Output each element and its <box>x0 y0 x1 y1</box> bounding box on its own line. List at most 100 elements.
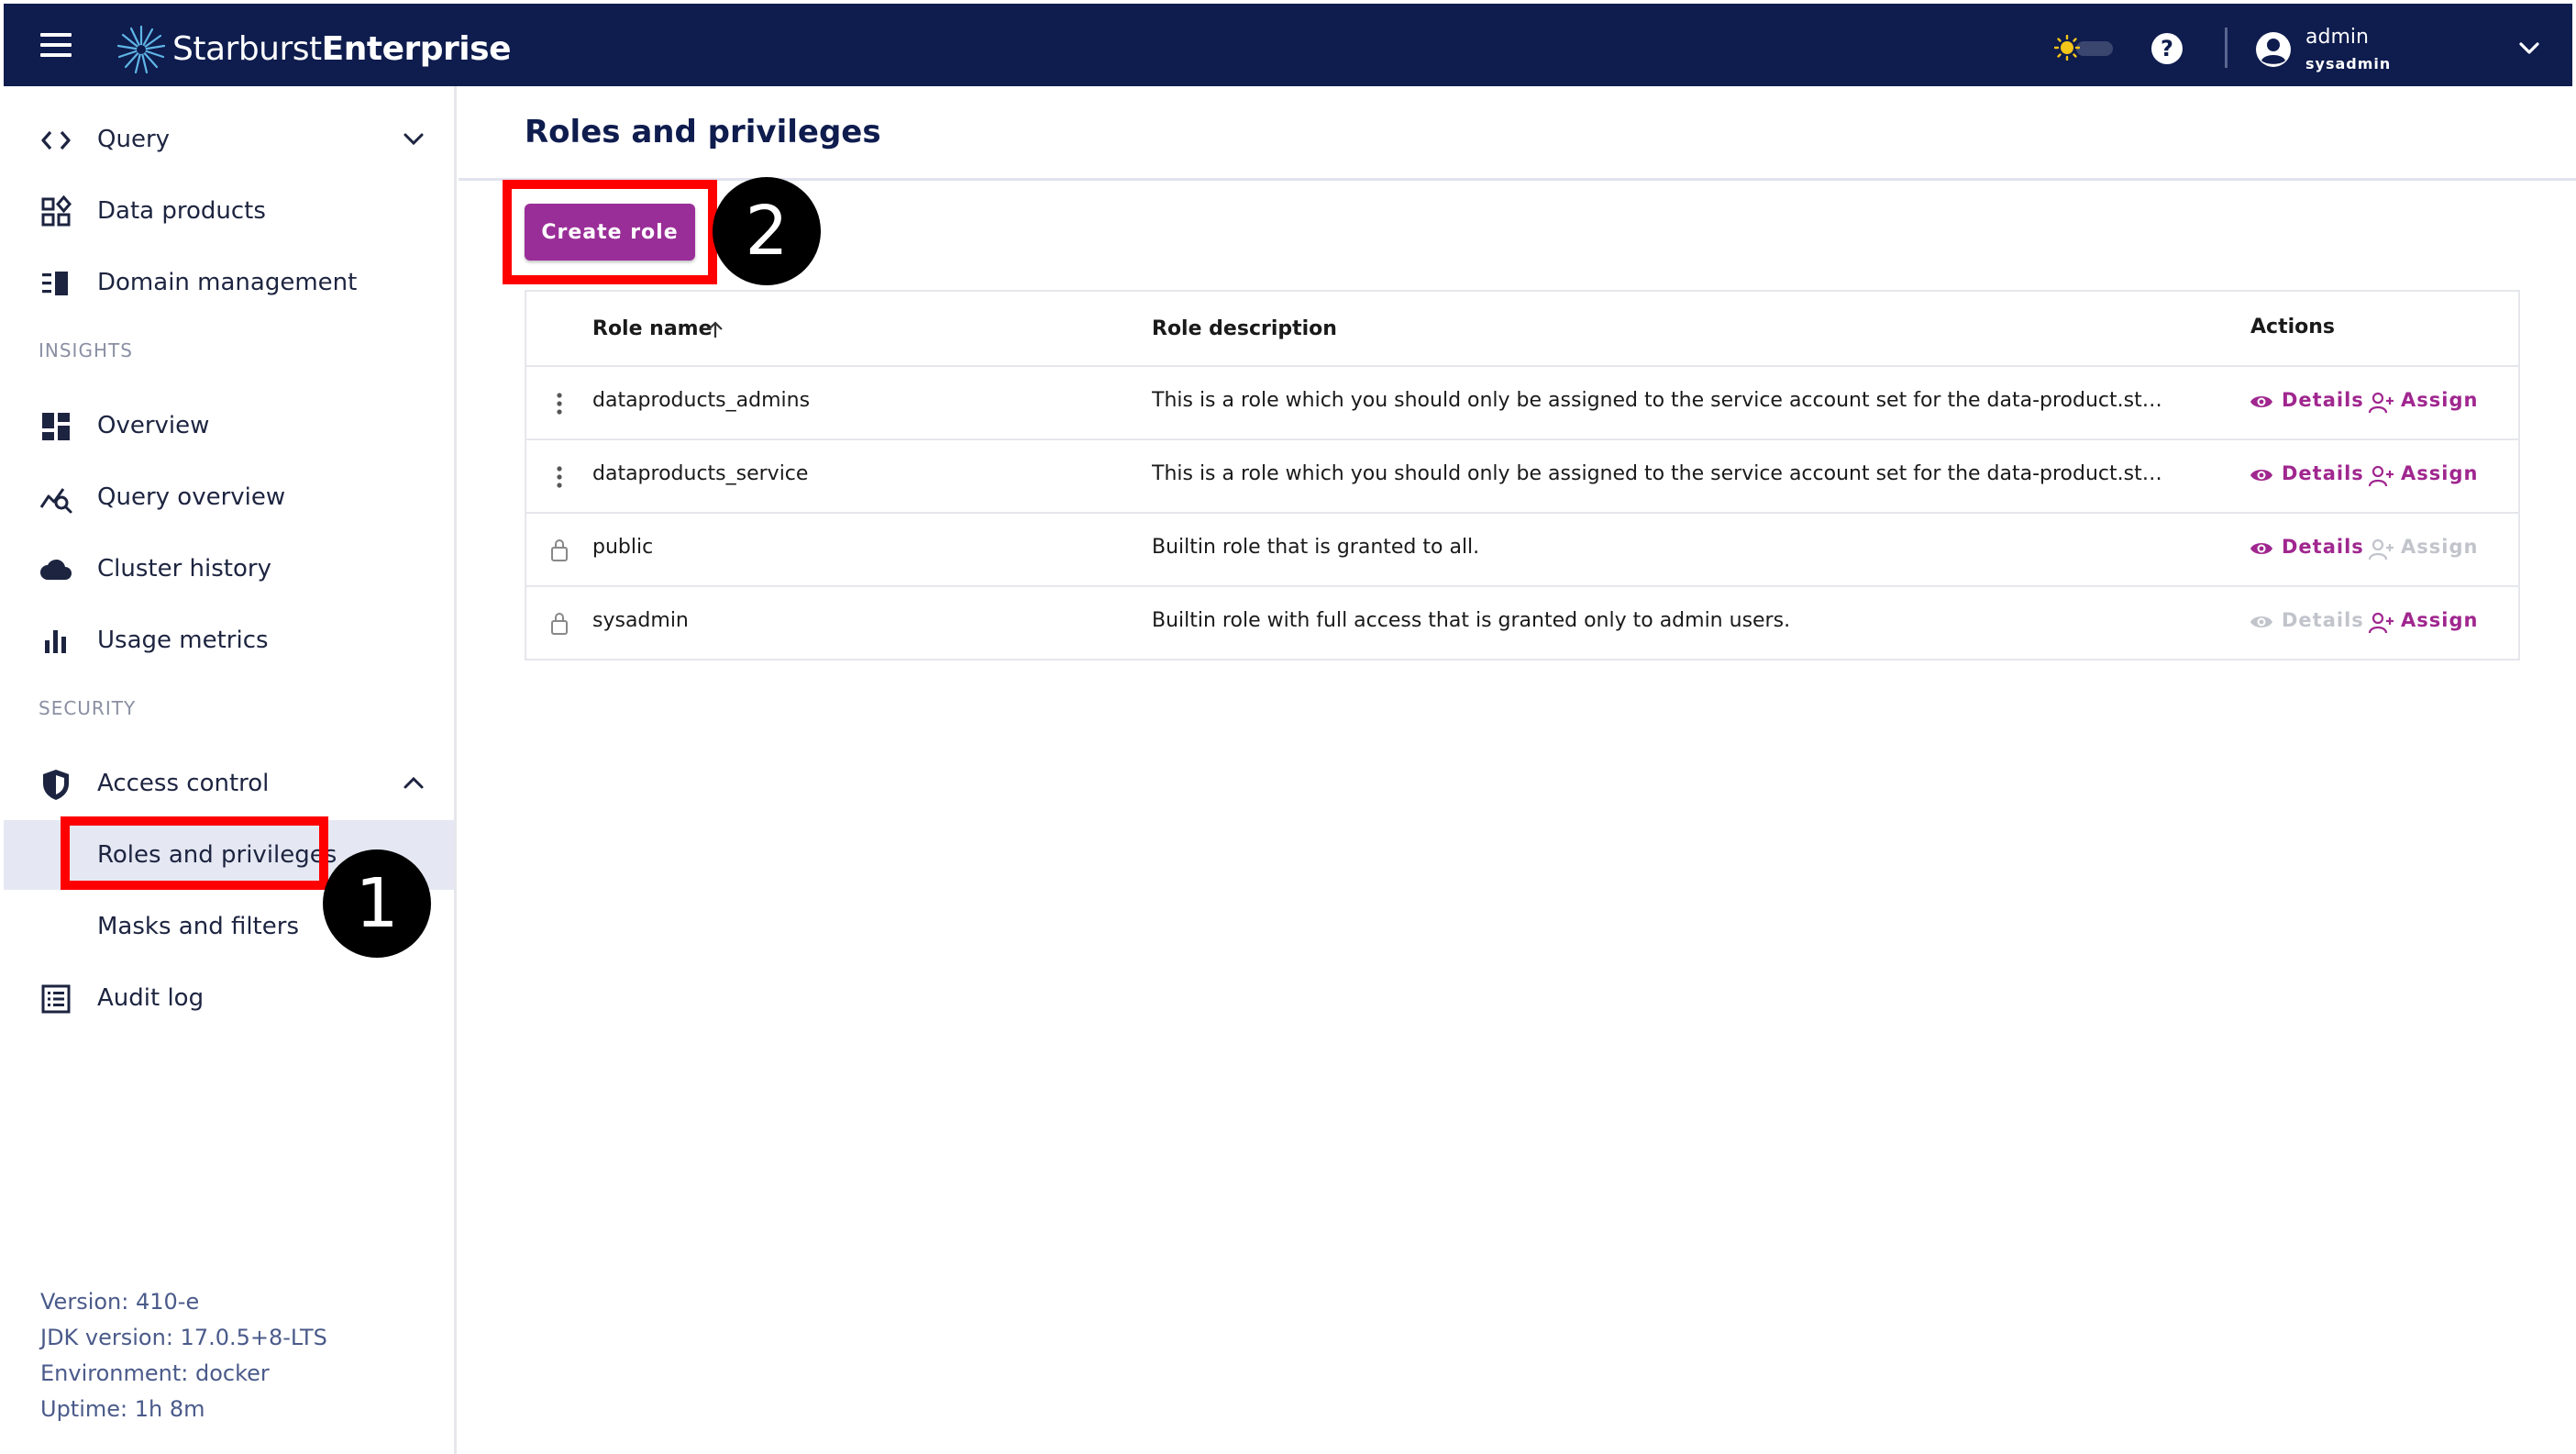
row-menu-button[interactable] <box>548 462 570 492</box>
role-name-cell: dataproducts_service <box>592 462 809 485</box>
help-icon[interactable]: ? <box>2151 33 2183 64</box>
row-lock-indicator <box>548 609 570 638</box>
sidebar-item-label: Data products <box>97 197 266 225</box>
eye-icon <box>2250 543 2272 554</box>
sidebar-item-label: Audit log <box>97 984 205 1012</box>
bar-chart-icon <box>45 630 66 653</box>
assign-label: Assign <box>2401 462 2479 484</box>
version-text: Version: 410-e <box>40 1289 200 1315</box>
topbar-divider <box>2225 28 2228 68</box>
logo-word-starburst: Starburst <box>172 30 322 68</box>
sidebar-item-data-products[interactable]: Data products <box>4 176 454 246</box>
roles-table: Role name Role description Actions datap… <box>525 290 2520 660</box>
sort-ascending-icon[interactable] <box>704 319 726 341</box>
add-person-icon <box>2368 465 2394 487</box>
chevron-down-icon[interactable] <box>402 128 426 150</box>
add-person-icon <box>2368 392 2394 414</box>
details-label: Details <box>2282 536 2364 558</box>
grid-shapes-icon <box>41 194 72 227</box>
sidebar-item-label: Domain management <box>97 269 358 296</box>
sidebar-item-label: Usage metrics <box>97 627 269 654</box>
add-person-icon <box>2368 612 2394 634</box>
sidebar-item-overview[interactable]: Overview <box>4 391 454 461</box>
details-label: Details <box>2282 462 2364 484</box>
toggle-track <box>2076 41 2113 56</box>
role-description-cell: This is a role which you should only be … <box>1152 389 2170 412</box>
role-name-cell: sysadmin <box>592 609 689 632</box>
table-row[interactable]: public Builtin role that is granted to al… <box>526 512 2518 585</box>
user-role: sysadmin <box>2305 55 2392 72</box>
logo-word-enterprise: Enterprise <box>321 30 512 68</box>
table-row[interactable]: dataproducts_admins This is a role which … <box>526 365 2518 438</box>
cloud-icon <box>40 559 72 580</box>
query-chart-search-icon <box>39 488 72 514</box>
column-header-role-description: Role description <box>1152 317 1337 340</box>
column-header-role-name[interactable]: Role name <box>592 317 713 340</box>
hamburger-menu-icon[interactable] <box>40 33 72 57</box>
code-brackets-icon <box>41 130 71 150</box>
assign-button[interactable]: Assign <box>2368 607 2487 638</box>
lock-icon <box>551 539 568 561</box>
row-menu-button[interactable] <box>548 389 570 418</box>
eye-icon <box>2250 616 2272 627</box>
account-avatar-icon[interactable] <box>2255 31 2292 68</box>
sidebar-item-label: Masks and filters <box>97 913 299 940</box>
highlight-box-1 <box>61 816 328 890</box>
starburst-logo-icon <box>116 25 166 74</box>
sidebar-item-cluster-history[interactable]: Cluster history <box>4 534 454 604</box>
page-title: Roles and privileges <box>525 114 881 150</box>
assign-button[interactable]: Assign <box>2368 461 2487 492</box>
eye-icon <box>2250 396 2272 407</box>
assign-label: Assign <box>2401 389 2479 411</box>
role-description-cell: This is a role which you should only be … <box>1152 462 2170 485</box>
chevron-up-icon[interactable] <box>402 772 426 794</box>
row-lock-indicator <box>548 536 570 565</box>
sidebar-item-query[interactable]: Query <box>4 105 454 174</box>
table-row[interactable]: dataproducts_service This is a role which… <box>526 438 2518 512</box>
more-vertical-icon <box>557 393 562 415</box>
table-row[interactable]: sysadmin Builtin role with full access th… <box>526 585 2518 659</box>
sidebar-item-label: Query overview <box>97 483 286 511</box>
theme-toggle[interactable] <box>2049 29 2113 66</box>
details-button[interactable]: Details <box>2249 387 2368 418</box>
assign-button: Assign <box>2368 534 2487 565</box>
sidebar-item-query-overview[interactable]: Query overview <box>4 462 454 532</box>
details-button[interactable]: Details <box>2249 461 2368 492</box>
sidebar-item-usage-metrics[interactable]: Usage metrics <box>4 605 454 675</box>
user-name: admin <box>2305 26 2369 49</box>
details-button[interactable]: Details <box>2249 534 2368 565</box>
section-heading-insights: INSIGHTS <box>39 339 133 361</box>
sidebar-item-access-control[interactable]: Access control <box>4 749 454 818</box>
list-index-icon <box>42 272 68 295</box>
add-person-icon <box>2368 538 2394 561</box>
sidebar-item-label: Cluster history <box>97 555 271 583</box>
sidebar-item-label: Overview <box>97 412 210 439</box>
assign-label: Assign <box>2401 536 2479 558</box>
sidebar-item-domain-management[interactable]: Domain management <box>4 248 454 317</box>
section-heading-security: SECURITY <box>39 697 137 719</box>
eye-icon <box>2250 470 2272 481</box>
details-label: Details <box>2282 389 2364 411</box>
highlight-box-2 <box>503 180 717 284</box>
column-header-actions: Actions <box>2250 316 2335 339</box>
environment-text: Environment: docker <box>40 1360 270 1386</box>
app-window: StarburstEnterprise ? admin sysadmin Que… <box>0 0 2576 1454</box>
details-button: Details <box>2249 607 2368 638</box>
lock-icon <box>551 613 568 635</box>
jdk-version-text: JDK version: 17.0.5+8-LTS <box>40 1325 327 1350</box>
sidebar-item-label: Query <box>97 126 171 153</box>
uptime-text: Uptime: 1h 8m <box>40 1396 205 1422</box>
assign-button[interactable]: Assign <box>2368 387 2487 418</box>
role-name-cell: dataproducts_admins <box>592 389 811 412</box>
role-description-cell: Builtin role that is granted to all. <box>1152 536 1480 559</box>
dashboard-icon <box>42 413 70 440</box>
step-badge-1: 1 <box>323 849 431 958</box>
assign-label: Assign <box>2401 609 2479 631</box>
chevron-down-icon[interactable] <box>2516 37 2542 61</box>
product-logo-text: StarburstEnterprise <box>172 29 511 70</box>
role-name-cell: public <box>592 536 654 559</box>
more-vertical-icon <box>557 466 562 488</box>
shield-icon <box>43 770 69 800</box>
sidebar-item-label: Access control <box>97 770 270 797</box>
sidebar-item-audit-log[interactable]: Audit log <box>4 963 454 1033</box>
